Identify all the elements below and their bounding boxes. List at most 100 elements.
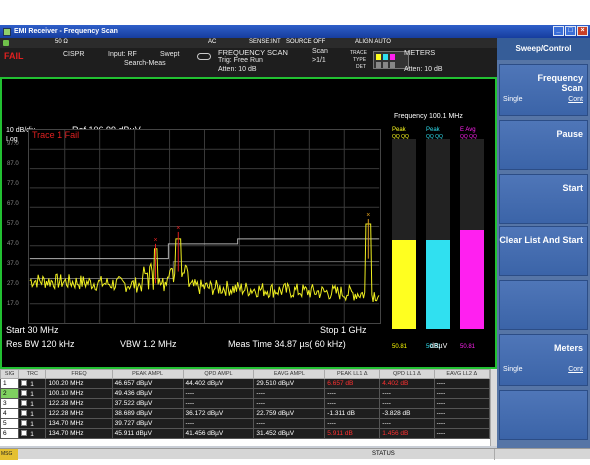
meter-3: E Avg QQ QQ 50.81	[460, 127, 484, 350]
stop-frequency: Stop 1 GHz	[320, 325, 367, 335]
eavg-ampl-cell: ----	[253, 388, 326, 399]
msg-indicator[interactable]: MSG	[0, 449, 18, 460]
qpd-ampl-cell: 41.456 dBµV	[182, 428, 255, 439]
peak-delta-cell: ----	[324, 388, 381, 399]
atten-left: Atten: 10 dB	[218, 66, 257, 73]
peak-ampl-cell: 39.727 dBµV	[111, 418, 184, 429]
peak-ampl-cell: 37.522 dBµV	[111, 398, 184, 409]
softkey-2[interactable]: Pause	[499, 120, 588, 170]
eavg-ampl-cell: 29.510 dBµV	[253, 378, 326, 389]
meter-2-header: Peak	[426, 127, 440, 133]
table-row[interactable]: 1 1 100.20 MHz 46.657 dBµV 44.402 dBµV 29.510…	[0, 378, 491, 389]
softkey-1[interactable]: Frequency Scan Single Cont	[499, 64, 588, 116]
meter-1-header: Peak	[392, 127, 406, 133]
message-area	[18, 449, 495, 460]
signal-number: 6	[0, 428, 20, 439]
trigger-label: Trig: Free Run	[218, 57, 263, 64]
eavg-delta-cell: ----	[433, 408, 491, 419]
det-label: DET	[356, 64, 366, 70]
signal-number: 3	[0, 398, 20, 409]
maximize-button[interactable]: □	[565, 26, 576, 36]
table-row[interactable]: 6 1 134.70 MHz 45.911 dBµV 41.456 dBµV 31.452…	[0, 428, 491, 439]
resolution-bandwidth: Res BW 120 kHz	[6, 339, 75, 349]
trace-number: 1	[18, 408, 47, 419]
column-header[interactable]: PEAK LL1 Δ	[324, 369, 381, 379]
row-checkbox[interactable]	[21, 409, 28, 416]
softkey-menu-title: Sweep/Control	[497, 38, 590, 60]
qpd-delta-cell: ----	[379, 418, 435, 429]
spectrum-graticule[interactable]: × × ×	[28, 129, 381, 324]
softkey-4[interactable]: Clear List And Start	[499, 226, 588, 276]
spectrum-display: 10 dB/div Log Ref 106.99 dBµV 97.0 87.0 77…	[0, 77, 497, 369]
table-row[interactable]: 5 1 134.70 MHz 39.727 dBµV ---- ---- ---- ---- -…	[0, 418, 491, 429]
video-bandwidth: VBW 1.2 MHz	[120, 339, 177, 349]
signal-number: 1	[0, 378, 20, 389]
qpd-delta-cell: ----	[379, 398, 435, 409]
peak-delta-cell: 5.911 dB	[324, 428, 381, 439]
align-label: ALIGN AUTO	[355, 39, 391, 45]
column-header[interactable]: PEAK AMPL	[111, 369, 184, 379]
frequency-cell: 122.28 MHz	[45, 408, 113, 419]
column-header[interactable]: EAVG LL2 Δ	[433, 369, 491, 379]
column-header[interactable]: EAVG AMPL	[253, 369, 326, 379]
peak-delta-cell: ----	[324, 398, 381, 409]
trace-number-label: 1	[30, 380, 34, 388]
detector-standard: CISPR	[63, 51, 85, 58]
row-checkbox[interactable]	[21, 399, 28, 406]
column-header[interactable]: QPD LL1 Δ	[379, 369, 435, 379]
row-checkbox[interactable]	[21, 419, 28, 426]
signal-marker-icon: ×	[366, 212, 370, 219]
title-bar: EMI Receiver - Frequency Scan _ □ ×	[0, 25, 590, 38]
row-checkbox[interactable]	[21, 389, 28, 396]
softkey-5[interactable]	[499, 280, 588, 330]
eavg-delta-cell: ----	[433, 398, 491, 409]
type-label: TYPE	[353, 57, 367, 63]
frequency-cell: 122.28 MHz	[45, 398, 113, 409]
column-header[interactable]: SIG	[0, 369, 20, 379]
signal-table-header: SIG TRC FREQ PEAK AMPL QPD AMPL EAVG AMPL PEAK…	[0, 369, 491, 379]
coupling-label: AC	[208, 39, 217, 45]
trace-label: TRACE	[350, 50, 367, 56]
meters-label: METERS	[404, 48, 436, 57]
column-header[interactable]: TRC	[18, 369, 47, 379]
signal-number: 5	[0, 418, 20, 429]
sweep-type: Swept	[160, 51, 180, 58]
qpd-delta-cell: ----	[379, 388, 435, 399]
row-checkbox[interactable]	[21, 429, 28, 436]
softkey-panel: Sweep/Control Frequency Scan Single Cont Pa…	[497, 38, 590, 448]
y-tick-label: 87.0	[7, 161, 19, 167]
close-button[interactable]: ×	[577, 26, 588, 36]
softkey-7[interactable]	[499, 390, 588, 440]
peak-delta-cell: -1.311 dB	[324, 408, 381, 419]
column-header[interactable]: QPD AMPL	[182, 369, 255, 379]
meter-2-subheader: QQ QQ	[426, 134, 443, 140]
qpd-ampl-cell: ----	[182, 398, 255, 409]
scan-label: Scan	[312, 48, 328, 55]
row-checkbox[interactable]	[21, 379, 28, 386]
trace-number: 1	[18, 388, 47, 399]
impedance-label: 50 Ω	[55, 39, 68, 45]
trace-number-label: 1	[30, 390, 34, 398]
softkey-3[interactable]: Start	[499, 174, 588, 224]
table-row[interactable]: 2 1 100.10 MHz 49.436 dBµV ---- ---- ---- ---- -…	[0, 388, 491, 399]
trace-number: 1	[18, 428, 47, 439]
table-scrollbar[interactable]	[490, 369, 497, 446]
peak-ampl-cell: 45.911 dBµV	[111, 428, 184, 439]
mode-label: FREQUENCY SCAN	[218, 48, 288, 57]
trace-fail-label: Trace 1 Fail	[32, 130, 80, 140]
source-label: SOURCE OFF	[286, 39, 326, 45]
meter-3-value: 50.81	[460, 344, 476, 350]
softkey-6[interactable]: Meters Single Cont	[499, 334, 588, 386]
trace-number-label: 1	[30, 410, 34, 418]
minimize-button[interactable]: _	[553, 26, 564, 36]
column-header[interactable]: FREQ	[45, 369, 113, 379]
qpd-delta-cell: -3.828 dB	[379, 408, 435, 419]
meter-3-bar	[460, 230, 484, 329]
table-row[interactable]: 3 1 122.28 MHz 37.522 dBµV ---- ---- ---- ---- -…	[0, 398, 491, 409]
y-tick-label: 57.0	[7, 221, 19, 227]
softkey-option-cont: Cont	[568, 366, 583, 373]
meter-1-bar	[392, 239, 416, 329]
meter-1-subheader: QQ QQ	[392, 134, 409, 140]
table-row[interactable]: 4 1 122.28 MHz 38.689 dBµV 36.172 dBµV 22.759…	[0, 408, 491, 419]
frequency-cell: 100.20 MHz	[45, 378, 113, 389]
